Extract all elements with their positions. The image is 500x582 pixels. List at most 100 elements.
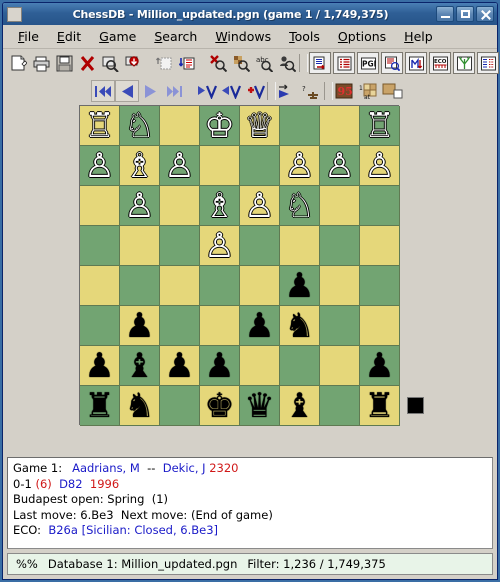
black-pawn-icon[interactable]: ♟ — [244, 309, 274, 343]
piece-style-button[interactable]: 95 — [333, 80, 357, 102]
square-c6[interactable] — [160, 186, 200, 226]
square-c4[interactable] — [160, 266, 200, 306]
square-a5[interactable] — [80, 226, 120, 266]
square-e7[interactable] — [240, 146, 280, 186]
square-c8[interactable] — [160, 106, 200, 146]
menu-options[interactable]: Options — [329, 27, 395, 46]
white-pawn-icon[interactable]: ♙ — [244, 189, 274, 223]
minimize-button[interactable] — [436, 6, 454, 22]
white-bishop-icon[interactable]: ♗ — [124, 149, 154, 183]
new-database-icon[interactable] — [8, 52, 29, 74]
square-h7[interactable]: ♙ — [360, 146, 400, 186]
add-variation-button[interactable] — [243, 80, 267, 102]
square-c1[interactable] — [160, 386, 200, 426]
square-a2[interactable]: ♟ — [80, 346, 120, 386]
square-d4[interactable] — [200, 266, 240, 306]
square-f6[interactable]: ♘ — [280, 186, 320, 226]
black-knight-icon[interactable]: ♞ — [124, 389, 154, 423]
menu-file[interactable]: File — [9, 27, 48, 46]
square-d6[interactable]: ♗ — [200, 186, 240, 226]
square-b8[interactable]: ♘ — [120, 106, 160, 146]
previous-filter-icon[interactable] — [154, 52, 175, 74]
black-pawn-icon[interactable]: ♟ — [284, 269, 314, 303]
square-g2[interactable] — [320, 346, 360, 386]
eco-browser-icon[interactable]: ECO — [429, 52, 451, 74]
square-b2[interactable]: ♝ — [120, 346, 160, 386]
white-pawn-icon[interactable]: ♙ — [164, 149, 194, 183]
exit-variation-button[interactable] — [219, 80, 243, 102]
square-h4[interactable] — [360, 266, 400, 306]
square-c2[interactable]: ♟ — [160, 346, 200, 386]
pgn-window-icon[interactable]: PGN — [357, 52, 379, 74]
save-database-icon[interactable] — [54, 52, 75, 74]
square-b1[interactable]: ♞ — [120, 386, 160, 426]
white-pawn-icon[interactable]: ♙ — [284, 149, 314, 183]
menu-search[interactable]: Search — [145, 27, 206, 46]
square-d7[interactable] — [200, 146, 240, 186]
opening-report-icon[interactable] — [405, 52, 427, 74]
black-bishop-icon[interactable]: ♝ — [284, 389, 314, 423]
game-info-panel[interactable]: Game 1: Aadrians, M -- Dekic, J 2320 0-1 … — [7, 457, 493, 549]
square-h3[interactable] — [360, 306, 400, 346]
white-queen-icon[interactable]: ♕ — [244, 109, 274, 143]
square-g3[interactable] — [320, 306, 360, 346]
crosstable-icon[interactable] — [477, 52, 499, 74]
black-pawn-icon[interactable]: ♟ — [204, 349, 234, 383]
square-h5[interactable] — [360, 226, 400, 266]
black-bishop-icon[interactable]: ♝ — [124, 349, 154, 383]
black-rook-icon[interactable]: ♜ — [84, 389, 114, 423]
white-king-icon[interactable]: ♔ — [204, 109, 234, 143]
black-pawn-icon[interactable]: ♟ — [364, 349, 394, 383]
board-colors-button[interactable] — [381, 80, 405, 102]
black-knight-icon[interactable]: ♞ — [284, 309, 314, 343]
square-g5[interactable] — [320, 226, 360, 266]
find-game-icon[interactable] — [100, 52, 121, 74]
square-h8[interactable]: ♖ — [360, 106, 400, 146]
square-c3[interactable] — [160, 306, 200, 346]
next-move-button[interactable] — [139, 80, 163, 102]
player-search-icon[interactable] — [277, 52, 298, 74]
square-d2[interactable]: ♟ — [200, 346, 240, 386]
square-g4[interactable] — [320, 266, 360, 306]
square-d5[interactable]: ♙ — [200, 226, 240, 266]
square-g7[interactable]: ♙ — [320, 146, 360, 186]
square-a3[interactable] — [80, 306, 120, 346]
square-f4[interactable]: ♟ — [280, 266, 320, 306]
square-f7[interactable]: ♙ — [280, 146, 320, 186]
square-g8[interactable] — [320, 106, 360, 146]
white-pawn-icon[interactable]: ♙ — [84, 149, 114, 183]
tree-window-icon[interactable] — [453, 52, 475, 74]
square-a1[interactable]: ♜ — [80, 386, 120, 426]
square-d8[interactable]: ♔ — [200, 106, 240, 146]
square-d3[interactable] — [200, 306, 240, 346]
white-pawn-icon[interactable]: ♙ — [324, 149, 354, 183]
game-list-icon[interactable] — [309, 52, 331, 74]
square-a4[interactable] — [80, 266, 120, 306]
black-pawn-icon[interactable]: ♟ — [124, 309, 154, 343]
autoplay-button[interactable] — [276, 80, 300, 102]
coords-button[interactable]: 1 at — [357, 80, 381, 102]
square-g6[interactable] — [320, 186, 360, 226]
square-g1[interactable] — [320, 386, 360, 426]
square-b3[interactable]: ♟ — [120, 306, 160, 346]
last-move-value[interactable]: 6.Be3 — [80, 508, 113, 522]
white-knight-icon[interactable]: ♘ — [284, 189, 314, 223]
maximize-button[interactable] — [456, 6, 474, 22]
black-rook-icon[interactable]: ♜ — [364, 389, 394, 423]
square-e2[interactable] — [240, 346, 280, 386]
black-pawn-icon[interactable]: ♟ — [164, 349, 194, 383]
title-bar[interactable]: ChessDB - Million_updated.pgn (game 1 / … — [3, 3, 497, 25]
header-search-icon[interactable]: abc — [254, 52, 275, 74]
square-a7[interactable]: ♙ — [80, 146, 120, 186]
square-e5[interactable] — [240, 226, 280, 266]
game-info-icon[interactable] — [381, 52, 403, 74]
square-c7[interactable]: ♙ — [160, 146, 200, 186]
white-bishop-icon[interactable]: ♗ — [204, 189, 234, 223]
square-e1[interactable]: ♛ — [240, 386, 280, 426]
square-b5[interactable] — [120, 226, 160, 266]
square-b7[interactable]: ♗ — [120, 146, 160, 186]
board-search-icon[interactable] — [231, 52, 252, 74]
square-h1[interactable]: ♜ — [360, 386, 400, 426]
square-e3[interactable]: ♟ — [240, 306, 280, 346]
flip-board-button[interactable]: ? — [300, 80, 324, 102]
